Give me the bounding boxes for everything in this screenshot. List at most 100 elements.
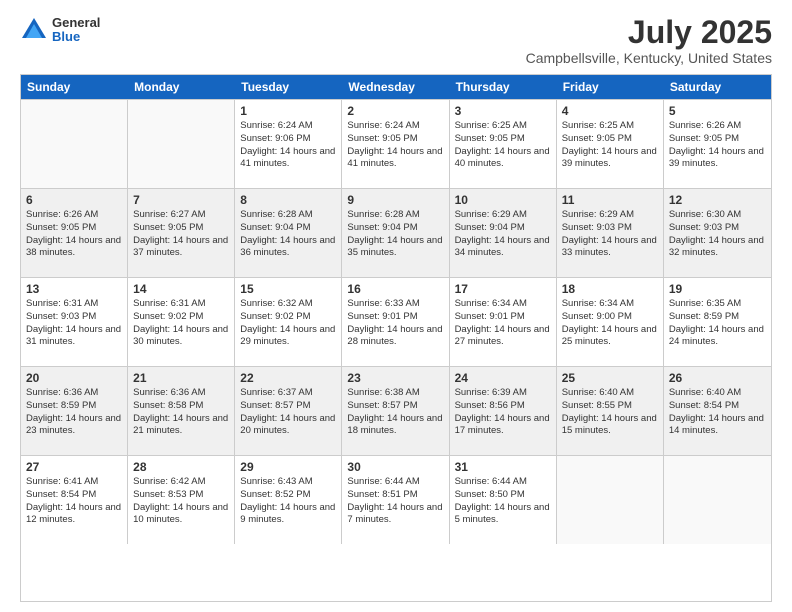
day-number: 7 (133, 193, 229, 207)
header-day-sunday: Sunday (21, 75, 128, 99)
day-number: 30 (347, 460, 443, 474)
calendar-cell (557, 456, 664, 544)
logo: General Blue (20, 16, 100, 45)
day-detail: Sunrise: 6:24 AM Sunset: 9:06 PM Dayligh… (240, 120, 336, 171)
calendar-cell: 30Sunrise: 6:44 AM Sunset: 8:51 PM Dayli… (342, 456, 449, 544)
title-area: July 2025 Campbellsville, Kentucky, Unit… (526, 16, 772, 66)
day-detail: Sunrise: 6:44 AM Sunset: 8:50 PM Dayligh… (455, 476, 551, 527)
calendar-cell: 31 Sunrise: 6:44 AM Sunset: 8:50 PM Dayli… (450, 456, 557, 544)
day-number: 29 (240, 460, 336, 474)
logo-blue-text: Blue (52, 30, 100, 44)
day-number: 20 (26, 371, 122, 385)
day-detail: Sunrise: 6:33 AM Sunset: 9:01 PM Dayligh… (347, 298, 443, 349)
calendar-cell: 4Sunrise: 6:25 AM Sunset: 9:05 PM Daylig… (557, 100, 664, 188)
day-number: 25 (562, 371, 658, 385)
calendar-cell: 25 Sunrise: 6:40 AM Sunset: 8:55 PM Dayli… (557, 367, 664, 455)
day-number: 6 (26, 193, 122, 207)
header-day-friday: Friday (557, 75, 664, 99)
calendar-cell: 7 Sunrise: 6:27 AM Sunset: 9:05 PM Daylig… (128, 189, 235, 277)
header-day-monday: Monday (128, 75, 235, 99)
header-day-thursday: Thursday (450, 75, 557, 99)
calendar-cell: 14Sunrise: 6:31 AM Sunset: 9:02 PM Dayli… (128, 278, 235, 366)
day-number: 31 (455, 460, 551, 474)
logo-general-text: General (52, 16, 100, 30)
calendar-cell: 15 Sunrise: 6:32 AM Sunset: 9:02 PM Dayli… (235, 278, 342, 366)
day-number: 17 (455, 282, 551, 296)
day-number: 26 (669, 371, 766, 385)
header-day-saturday: Saturday (664, 75, 771, 99)
calendar-row-3: 13Sunrise: 6:31 AM Sunset: 9:03 PM Dayli… (21, 277, 771, 366)
day-detail: Sunrise: 6:42 AM Sunset: 8:53 PM Dayligh… (133, 476, 229, 527)
calendar: SundayMondayTuesdayWednesdayThursdayFrid… (20, 74, 772, 602)
day-number: 21 (133, 371, 229, 385)
calendar-cell: 26 Sunrise: 6:40 AM Sunset: 8:54 PM Dayli… (664, 367, 771, 455)
calendar-cell: 17 Sunrise: 6:34 AM Sunset: 9:01 PM Dayli… (450, 278, 557, 366)
day-number: 11 (562, 193, 658, 207)
day-detail: Sunrise: 6:25 AM Sunset: 9:05 PM Dayligh… (562, 120, 658, 171)
location-text: Campbellsville, Kentucky, United States (526, 50, 772, 66)
day-detail: Sunrise: 6:39 AM Sunset: 8:56 PM Dayligh… (455, 387, 551, 438)
day-number: 15 (240, 282, 336, 296)
calendar-row-5: 27 Sunrise: 6:41 AM Sunset: 8:54 PM Dayli… (21, 455, 771, 544)
day-number: 19 (669, 282, 766, 296)
calendar-cell: 12 Sunrise: 6:30 AM Sunset: 9:03 PM Dayli… (664, 189, 771, 277)
day-number: 2 (347, 104, 443, 118)
day-number: 3 (455, 104, 551, 118)
day-number: 18 (562, 282, 658, 296)
day-number: 14 (133, 282, 229, 296)
calendar-cell: 11 Sunrise: 6:29 AM Sunset: 9:03 PM Dayli… (557, 189, 664, 277)
day-detail: Sunrise: 6:29 AM Sunset: 9:04 PM Dayligh… (455, 209, 551, 260)
day-detail: Sunrise: 6:29 AM Sunset: 9:03 PM Dayligh… (562, 209, 658, 260)
day-detail: Sunrise: 6:27 AM Sunset: 9:05 PM Dayligh… (133, 209, 229, 260)
day-number: 23 (347, 371, 443, 385)
calendar-header: SundayMondayTuesdayWednesdayThursdayFrid… (21, 75, 771, 99)
calendar-cell: 5 Sunrise: 6:26 AM Sunset: 9:05 PM Daylig… (664, 100, 771, 188)
day-detail: Sunrise: 6:30 AM Sunset: 9:03 PM Dayligh… (669, 209, 766, 260)
calendar-cell: 16 Sunrise: 6:33 AM Sunset: 9:01 PM Dayli… (342, 278, 449, 366)
day-detail: Sunrise: 6:36 AM Sunset: 8:58 PM Dayligh… (133, 387, 229, 438)
calendar-row-2: 6Sunrise: 6:26 AM Sunset: 9:05 PM Daylig… (21, 188, 771, 277)
day-number: 1 (240, 104, 336, 118)
header-day-tuesday: Tuesday (235, 75, 342, 99)
calendar-cell: 8 Sunrise: 6:28 AM Sunset: 9:04 PM Daylig… (235, 189, 342, 277)
month-title: July 2025 (526, 16, 772, 48)
calendar-cell: 19 Sunrise: 6:35 AM Sunset: 8:59 PM Dayli… (664, 278, 771, 366)
day-detail: Sunrise: 6:25 AM Sunset: 9:05 PM Dayligh… (455, 120, 551, 171)
day-number: 9 (347, 193, 443, 207)
day-detail: Sunrise: 6:28 AM Sunset: 9:04 PM Dayligh… (240, 209, 336, 260)
day-number: 28 (133, 460, 229, 474)
calendar-cell: 23 Sunrise: 6:38 AM Sunset: 8:57 PM Dayli… (342, 367, 449, 455)
day-number: 24 (455, 371, 551, 385)
calendar-cell: 1 Sunrise: 6:24 AM Sunset: 9:06 PM Daylig… (235, 100, 342, 188)
calendar-cell: 10 Sunrise: 6:29 AM Sunset: 9:04 PM Dayli… (450, 189, 557, 277)
day-detail: Sunrise: 6:40 AM Sunset: 8:54 PM Dayligh… (669, 387, 766, 438)
calendar-cell (21, 100, 128, 188)
day-detail: Sunrise: 6:32 AM Sunset: 9:02 PM Dayligh… (240, 298, 336, 349)
day-detail: Sunrise: 6:24 AM Sunset: 9:05 PM Dayligh… (347, 120, 443, 171)
day-detail: Sunrise: 6:41 AM Sunset: 8:54 PM Dayligh… (26, 476, 122, 527)
calendar-cell: 2 Sunrise: 6:24 AM Sunset: 9:05 PM Daylig… (342, 100, 449, 188)
day-detail: Sunrise: 6:40 AM Sunset: 8:55 PM Dayligh… (562, 387, 658, 438)
calendar-cell: 6Sunrise: 6:26 AM Sunset: 9:05 PM Daylig… (21, 189, 128, 277)
day-number: 10 (455, 193, 551, 207)
day-detail: Sunrise: 6:43 AM Sunset: 8:52 PM Dayligh… (240, 476, 336, 527)
day-number: 22 (240, 371, 336, 385)
day-detail: Sunrise: 6:35 AM Sunset: 8:59 PM Dayligh… (669, 298, 766, 349)
day-detail: Sunrise: 6:38 AM Sunset: 8:57 PM Dayligh… (347, 387, 443, 438)
calendar-cell: 18Sunrise: 6:34 AM Sunset: 9:00 PM Dayli… (557, 278, 664, 366)
day-number: 16 (347, 282, 443, 296)
day-number: 27 (26, 460, 122, 474)
day-number: 12 (669, 193, 766, 207)
day-number: 5 (669, 104, 766, 118)
calendar-cell (128, 100, 235, 188)
day-number: 8 (240, 193, 336, 207)
calendar-cell: 24 Sunrise: 6:39 AM Sunset: 8:56 PM Dayli… (450, 367, 557, 455)
day-detail: Sunrise: 6:26 AM Sunset: 9:05 PM Dayligh… (669, 120, 766, 171)
day-detail: Sunrise: 6:34 AM Sunset: 9:01 PM Dayligh… (455, 298, 551, 349)
calendar-row-1: 1 Sunrise: 6:24 AM Sunset: 9:06 PM Daylig… (21, 99, 771, 188)
day-number: 13 (26, 282, 122, 296)
calendar-cell: 13Sunrise: 6:31 AM Sunset: 9:03 PM Dayli… (21, 278, 128, 366)
calendar-cell: 29 Sunrise: 6:43 AM Sunset: 8:52 PM Dayli… (235, 456, 342, 544)
page-header: General Blue July 2025 Campbellsville, K… (20, 16, 772, 66)
calendar-cell: 27 Sunrise: 6:41 AM Sunset: 8:54 PM Dayli… (21, 456, 128, 544)
